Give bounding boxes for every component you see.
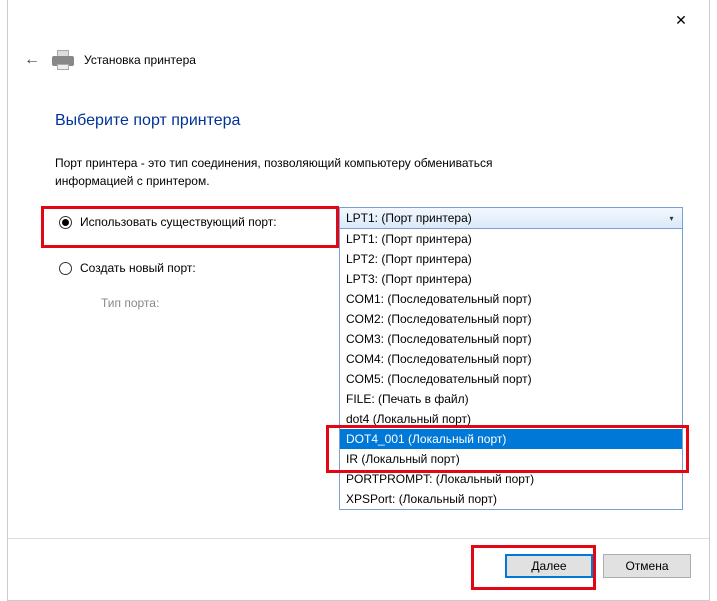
page-heading: Выберите порт принтера [55,112,687,130]
next-button[interactable]: Далее [505,554,593,578]
port-select-dropdown[interactable]: LPT1: (Порт принтера) ▾ LPT1: (Порт прин… [339,207,683,510]
close-icon[interactable]: ✕ [661,8,701,32]
desc-line-1: Порт принтера - это тип соединения, позв… [55,156,493,170]
port-option[interactable]: COM1: (Последовательный порт) [340,289,682,309]
port-option[interactable]: dot4 (Локальный порт) [340,409,682,429]
dialog-header: ← Установка принтера [22,50,196,70]
port-option[interactable]: COM2: (Последовательный порт) [340,309,682,329]
radio-use-existing-port[interactable] [59,216,72,229]
desc-line-2: информацией с принтером. [55,174,210,188]
dialog-footer: Далее Отмена [8,538,709,592]
radio-create-new-port[interactable] [59,262,72,275]
cancel-button[interactable]: Отмена [603,554,691,578]
next-button-label: Далее [531,559,566,573]
radio-selected-dot [62,219,69,226]
back-arrow-icon[interactable]: ← [22,50,42,70]
port-option[interactable]: DOT4_001 (Локальный порт) [340,429,682,449]
port-select-selected[interactable]: LPT1: (Порт принтера) ▾ [340,208,682,229]
port-option[interactable]: PORTPROMPT: (Локальный порт) [340,469,682,489]
cancel-button-label: Отмена [625,559,668,573]
port-select-list[interactable]: LPT1: (Порт принтера)LPT2: (Порт принтер… [340,229,682,509]
printer-icon [52,50,74,70]
port-option[interactable]: LPT2: (Порт принтера) [340,249,682,269]
page-description: Порт принтера - это тип соединения, позв… [55,154,635,190]
port-option[interactable]: COM4: (Последовательный порт) [340,349,682,369]
port-option[interactable]: COM3: (Последовательный порт) [340,329,682,349]
port-option[interactable]: COM5: (Последовательный порт) [340,369,682,389]
port-option[interactable]: FILE: (Печать в файл) [340,389,682,409]
port-option[interactable]: LPT1: (Порт принтера) [340,229,682,249]
radio-label-use-existing: Использовать существующий порт: [80,215,277,229]
chevron-down-icon[interactable]: ▾ [663,209,680,228]
dialog-title: Установка принтера [84,53,196,67]
port-option[interactable]: IR (Локальный порт) [340,449,682,469]
port-select-selected-text: LPT1: (Порт принтера) [346,211,472,225]
port-option[interactable]: LPT3: (Порт принтера) [340,269,682,289]
radio-label-create-new: Создать новый порт: [80,261,196,275]
port-option[interactable]: XPSPort: (Локальный порт) [340,489,682,509]
